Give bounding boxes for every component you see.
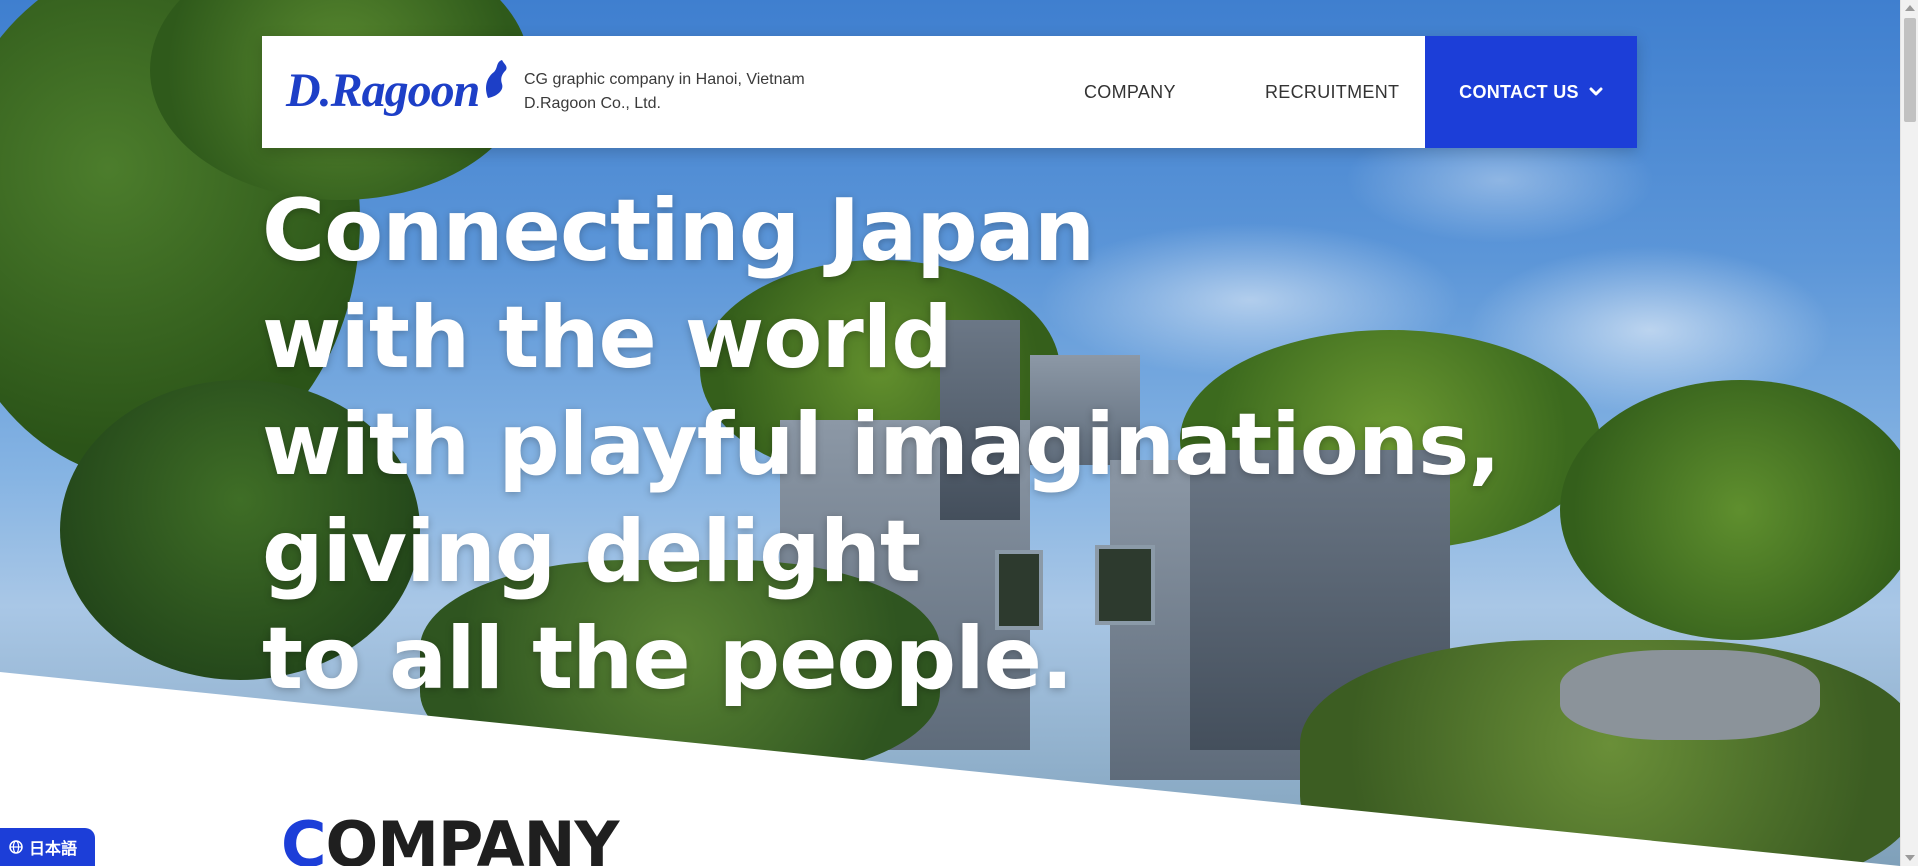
title-accent-letter: C [281, 808, 327, 866]
language-switch-button[interactable]: 日本語 [0, 828, 95, 866]
language-label: 日本語 [29, 841, 78, 858]
headline-line: Connecting Japan [262, 181, 1095, 281]
hero-headline: Connecting Japan with the world with pla… [262, 178, 1501, 713]
nav-recruitment[interactable]: RECRUITMENT [1265, 36, 1399, 148]
logo[interactable]: D.Ragoon [286, 50, 507, 130]
contact-us-button[interactable]: CONTACT US [1425, 36, 1637, 148]
site-header: D.Ragoon CG graphic company in Hanoi, Vi… [262, 36, 1637, 148]
headline-line: with playful imaginations, [262, 395, 1501, 495]
company-section-title: COMPANY [281, 808, 620, 866]
dragon-icon [486, 60, 507, 98]
tagline-line: D.Ragoon Co., Ltd. [524, 95, 661, 112]
tagline-line: CG graphic company in Hanoi, Vietnam [524, 71, 805, 88]
globe-icon [9, 840, 23, 854]
vertical-scrollbar[interactable] [1900, 0, 1918, 866]
headline-line: with the world [262, 288, 953, 388]
scroll-down-arrow[interactable] [1905, 855, 1915, 861]
headline-line: giving delight [262, 502, 921, 602]
company-tagline: CG graphic company in Hanoi, Vietnam D.R… [524, 68, 805, 116]
rock [1560, 650, 1820, 740]
scroll-up-arrow[interactable] [1905, 5, 1915, 11]
chevron-down-icon [1589, 87, 1603, 96]
nav-company[interactable]: COMPANY [1084, 36, 1176, 148]
title-rest: OMPANY [325, 808, 620, 866]
logo-text: D.Ragoon [286, 63, 480, 117]
headline-line: to all the people. [262, 609, 1074, 709]
scroll-thumb[interactable] [1904, 18, 1916, 122]
contact-us-label: CONTACT US [1459, 81, 1579, 102]
tree-foliage [1560, 380, 1900, 640]
